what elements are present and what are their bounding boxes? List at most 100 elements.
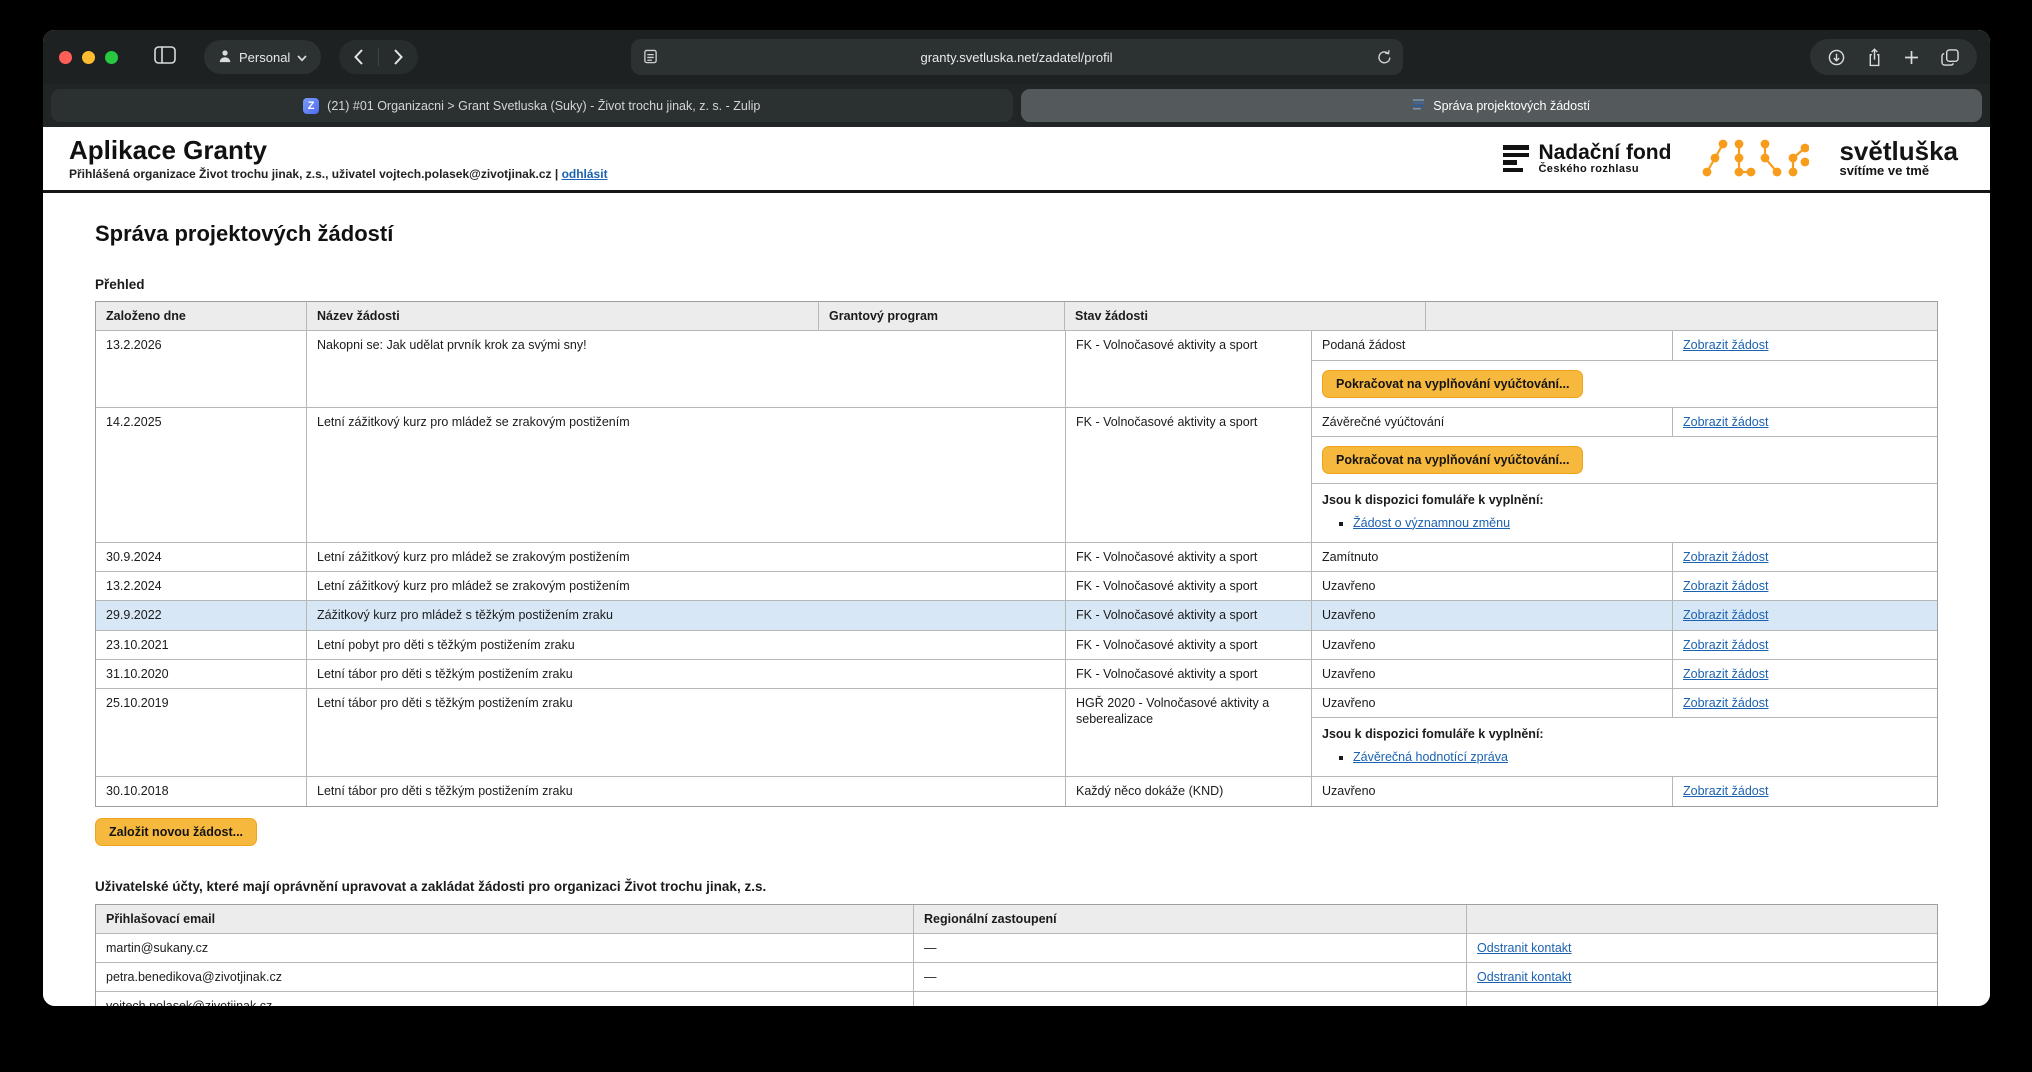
account-row: petra.benedikova@zivotjinak.cz— Odstranit… xyxy=(96,963,1937,992)
sidebar-toggle-button[interactable] xyxy=(148,40,182,74)
ceskeho-rozhlasu-text: Českého rozhlasu xyxy=(1538,163,1671,175)
application-name-cell: Letní zážitkový kurz pro mládež se zrako… xyxy=(307,543,1066,571)
application-row: 13.2.2024Letní zážitkový kurz pro mládež… xyxy=(96,572,1937,601)
traffic-lights xyxy=(59,51,118,64)
region-cell: — xyxy=(914,992,1467,1006)
close-window-button[interactable] xyxy=(59,51,72,64)
account-row: vojtech.polasek@zivotjinak.cz— xyxy=(96,992,1937,1006)
application-status-cell: Uzavřeno xyxy=(1312,689,1673,717)
view-link-cell: Zobrazit žádost xyxy=(1673,601,1937,629)
application-status-cell: Uzavřeno xyxy=(1312,572,1673,600)
grant-program-cell: Každý něco dokáže (KND) xyxy=(1066,777,1312,805)
web-page: Aplikace Granty Přihlášená organizace Ži… xyxy=(43,127,1990,1006)
address-text: granty.svetluska.net/zadatel/profil xyxy=(921,50,1113,65)
status-line: Uzavřeno Zobrazit žádost xyxy=(1312,777,1937,805)
forms-sub-row: Jsou k dispozici fomuláře k vyplnění:Záv… xyxy=(1312,717,1937,776)
document-favicon-icon xyxy=(1412,98,1425,114)
header-login-email: Přihlašovací email xyxy=(96,905,914,933)
site-header: Aplikace Granty Přihlášená organizace Ži… xyxy=(43,127,1990,193)
logout-link[interactable]: odhlásit xyxy=(562,167,608,181)
status-line: Uzavřeno Zobrazit žádost xyxy=(1312,631,1937,659)
partner-logos: Nadační fond Českého rozhlasu xyxy=(1503,135,1964,182)
view-application-link[interactable]: Zobrazit žádost xyxy=(1683,415,1768,429)
browser-window: Personal granty.svetluska.net/zadatel/pr… xyxy=(43,30,1990,1006)
status-line: Uzavřeno Zobrazit žádost xyxy=(1312,572,1937,600)
created-date-cell: 31.10.2020 xyxy=(96,660,307,688)
view-application-link[interactable]: Zobrazit žádost xyxy=(1683,338,1768,352)
toolbar-right-buttons xyxy=(1810,39,1977,75)
application-status-cell: Závěrečné vyúčtování xyxy=(1312,408,1673,436)
view-application-link[interactable]: Zobrazit žádost xyxy=(1683,579,1768,593)
tab-title: (21) #01 Organizacni > Grant Svetluska (… xyxy=(327,99,760,113)
view-link-cell: Zobrazit žádost xyxy=(1673,408,1937,436)
view-application-link[interactable]: Zobrazit žádost xyxy=(1683,696,1768,710)
status-line: Závěrečné vyúčtování Zobrazit žádost xyxy=(1312,408,1937,436)
application-row: 23.10.2021Letní pobyt pro děti s těžkým … xyxy=(96,631,1937,660)
person-icon xyxy=(218,49,232,66)
continue-sub-row: Pokračovat na vyplňování vyúčtování... xyxy=(1312,436,1937,483)
application-status-cell: Uzavřeno xyxy=(1312,631,1673,659)
form-link[interactable]: Žádost o významnou změnu xyxy=(1353,516,1510,530)
minimize-window-button[interactable] xyxy=(82,51,95,64)
grant-program-cell: FK - Volnočasové aktivity a sport xyxy=(1066,660,1312,688)
view-application-link[interactable]: Zobrazit žádost xyxy=(1683,608,1768,622)
view-link-cell: Zobrazit žádost xyxy=(1673,631,1937,659)
view-link-cell: Zobrazit žádost xyxy=(1673,543,1937,571)
new-tab-button[interactable] xyxy=(1893,50,1930,65)
accounts-header-row: Přihlašovací emailRegionální zastoupení xyxy=(96,905,1937,934)
remove-contact-link[interactable]: Odstranit kontakt xyxy=(1477,941,1572,955)
main-content: Správa projektových žádostí Přehled Zalo… xyxy=(43,221,1990,1006)
profile-label: Personal xyxy=(239,50,290,65)
address-bar[interactable]: granty.svetluska.net/zadatel/profil xyxy=(631,39,1403,75)
view-application-link[interactable]: Zobrazit žádost xyxy=(1683,784,1768,798)
tab-sprava-zadosti[interactable]: Správa projektových žádostí xyxy=(1021,89,1983,122)
header-actions xyxy=(1426,302,1937,330)
form-link[interactable]: Závěrečná hodnotící zpráva xyxy=(1353,750,1508,764)
share-icon[interactable] xyxy=(1856,48,1893,67)
region-cell: — xyxy=(914,963,1467,991)
back-button[interactable] xyxy=(339,40,378,74)
login-info: Přihlášená organizace Život trochu jinak… xyxy=(69,167,608,181)
view-link-cell: Zobrazit žádost xyxy=(1673,660,1937,688)
account-row: martin@sukany.cz—Odstranit kontakt xyxy=(96,934,1937,963)
tab-zulip[interactable]: Z (21) #01 Organizacni > Grant Svetluska… xyxy=(51,89,1013,122)
application-row: 13.2.2026Nakopni se: Jak udělat prvník k… xyxy=(96,331,1937,407)
continue-filling-button[interactable]: Pokračovat na vyplňování vyúčtování... xyxy=(1322,370,1583,398)
application-name-cell: Letní pobyt pro děti s těžkým postižením… xyxy=(307,631,1066,659)
navigation-buttons xyxy=(339,40,418,74)
reload-icon[interactable] xyxy=(1377,49,1392,68)
application-row: 25.10.2019Letní tábor pro děti s těžkým … xyxy=(96,689,1937,777)
header-account-actions xyxy=(1467,905,1937,933)
view-application-link[interactable]: Zobrazit žádost xyxy=(1683,638,1768,652)
email-cell: petra.benedikova@zivotjinak.cz xyxy=(96,963,914,991)
application-name-cell: Letní tábor pro děti s těžkým postižením… xyxy=(307,660,1066,688)
page-settings-icon[interactable] xyxy=(643,49,658,67)
view-application-link[interactable]: Zobrazit žádost xyxy=(1683,667,1768,681)
status-area: Uzavřeno Zobrazit žádost Jsou k dispozici … xyxy=(1312,689,1937,776)
forms-sub-row: Jsou k dispozici fomuláře k vyplnění: Žád… xyxy=(1312,483,1937,542)
forward-button[interactable] xyxy=(379,40,418,74)
view-application-link[interactable]: Zobrazit žádost xyxy=(1683,550,1768,564)
chevron-down-icon xyxy=(297,50,307,65)
create-new-application-button[interactable]: Založit novou žádost... xyxy=(95,818,257,846)
profile-button[interactable]: Personal xyxy=(204,40,321,74)
form-list: Závěrečná hodnotící zpráva xyxy=(1322,750,1927,764)
tab-overview-button[interactable] xyxy=(1930,49,1970,66)
grant-program-cell: FK - Volnočasové aktivity a sport xyxy=(1066,631,1312,659)
account-action-cell xyxy=(1467,992,1937,1006)
created-date-cell: 25.10.2019 xyxy=(96,689,307,776)
zoom-window-button[interactable] xyxy=(105,51,118,64)
application-status-cell: Uzavřeno xyxy=(1312,660,1673,688)
header-regional-office: Regionální zastoupení xyxy=(914,905,1467,933)
downloads-button[interactable] xyxy=(1817,49,1856,66)
account-action-cell: Odstranit kontakt xyxy=(1467,963,1937,991)
view-link-cell: Zobrazit žádost xyxy=(1673,331,1937,359)
grant-program-cell: FK - Volnočasové aktivity a sport xyxy=(1066,543,1312,571)
remove-contact-link[interactable]: Odstranit kontakt xyxy=(1477,970,1572,984)
forms-available-note: Jsou k dispozici fomuláře k vyplnění: xyxy=(1322,493,1927,507)
application-row: 31.10.2020Letní tábor pro děti s těžkým … xyxy=(96,660,1937,689)
continue-filling-button[interactable]: Pokračovat na vyplňování vyúčtování... xyxy=(1322,446,1583,474)
status-line: Podaná žádostZobrazit žádost xyxy=(1312,331,1937,359)
status-area: UzavřenoZobrazit žádost xyxy=(1312,601,1937,629)
application-status-cell: Uzavřeno xyxy=(1312,777,1673,805)
